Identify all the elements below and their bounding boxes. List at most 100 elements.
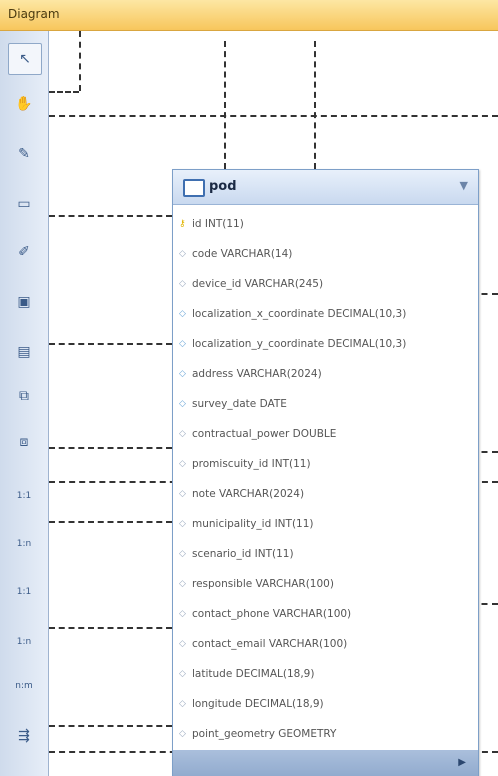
tool-palette: ↖ ✋ ✎ ▭ ✐ ▣ ▤ ⧉ ⧈ 1:1 1:n 1:1 1:n n:m ⇶ (0, 31, 49, 776)
column-row[interactable]: ◇ device_id VARCHAR(245) (173, 269, 478, 299)
pointer-icon-glyph: ↖ (19, 51, 31, 67)
column-row[interactable]: ◇ contractual_power DOUBLE (173, 419, 478, 449)
column-row[interactable]: ◇ scenario_id INT(11) (173, 539, 478, 569)
relation-existing-icon[interactable]: ⇶ (8, 721, 40, 751)
column-row[interactable]: ◇ latitude DECIMAL(18,9) (173, 659, 478, 689)
column-row[interactable]: ◇ survey_date DATE (173, 389, 478, 419)
connector-line (49, 627, 172, 629)
column-row[interactable]: ⚷ id INT(11) (173, 209, 478, 239)
pointer-icon[interactable]: ↖ (8, 43, 42, 75)
relation-n-m-icon-glyph: n:m (15, 681, 33, 691)
diagram-title: Diagram (8, 7, 60, 21)
hand-icon[interactable]: ✋ (8, 89, 40, 119)
column-label: device_id VARCHAR(245) (192, 278, 324, 290)
connector-line (224, 41, 226, 169)
column-row[interactable]: ◇ municipality_id INT(11) (173, 509, 478, 539)
column-diamond-icon: ◇ (179, 729, 186, 739)
column-list: ⚷ id INT(11) ◇ code VARCHAR(14) ◇ device_id V… (173, 205, 478, 749)
eraser-icon[interactable]: ✎ (8, 139, 40, 169)
column-row[interactable]: ◇ note VARCHAR(2024) (173, 479, 478, 509)
view-icon[interactable]: ⧉ (8, 381, 40, 411)
note-icon-glyph: ✐ (18, 244, 30, 260)
column-diamond-icon: ◇ (179, 639, 186, 649)
column-diamond-icon: ◇ (179, 399, 186, 409)
table-icon (183, 179, 205, 197)
expand-icon[interactable]: ▶ (458, 757, 466, 768)
hand-icon-glyph: ✋ (15, 96, 33, 112)
connector-line (49, 215, 172, 217)
layer-icon-glyph: ▭ (17, 196, 31, 212)
column-row[interactable]: ◇ contact_email VARCHAR(100) (173, 629, 478, 659)
connector-line (79, 31, 81, 91)
view-icon-glyph: ⧉ (19, 388, 29, 404)
note-icon[interactable]: ✐ (8, 237, 40, 267)
column-label: scenario_id INT(11) (192, 548, 294, 560)
table-icon[interactable]: ▤ (8, 337, 40, 367)
routine-icon[interactable]: ⧈ (8, 427, 40, 457)
column-label: responsible VARCHAR(100) (192, 578, 334, 590)
relation-1-1-icon-glyph: 1:1 (16, 491, 32, 501)
relation-n-m-icon[interactable]: n:m (8, 671, 40, 701)
connector-line (49, 115, 498, 117)
column-label: contractual_power DOUBLE (192, 428, 337, 440)
column-label: id INT(11) (192, 218, 244, 230)
relation-1-1-icon[interactable]: 1:1 (8, 481, 40, 511)
column-diamond-icon: ◇ (179, 609, 186, 619)
column-label: note VARCHAR(2024) (192, 488, 305, 500)
column-diamond-icon: ◇ (179, 339, 186, 349)
connector-line (49, 725, 172, 727)
column-row[interactable]: ◇ localization_y_coordinate DECIMAL(10,3) (173, 329, 478, 359)
column-diamond-icon: ◇ (179, 579, 186, 589)
entity-table-pod[interactable]: pod ▼ ⚷ id INT(11) ◇ code VARCHAR(14) ◇ devic… (172, 169, 479, 776)
column-row[interactable]: ◇ point_geometry GEOMETRY (173, 719, 478, 749)
relation-1-1-identifying-icon-glyph: 1:1 (16, 587, 32, 597)
entity-title: pod (209, 179, 237, 194)
relation-existing-icon-glyph: ⇶ (18, 728, 30, 744)
column-diamond-icon: ◇ (179, 549, 186, 559)
relation-1-1-identifying-icon[interactable]: 1:1 (8, 577, 40, 607)
indexes-section[interactable]: ▶ (173, 750, 478, 776)
column-diamond-icon: ◇ (179, 429, 186, 439)
column-label: contact_phone VARCHAR(100) (192, 608, 352, 620)
column-diamond-icon: ◇ (179, 459, 186, 469)
image-icon[interactable]: ▣ (8, 287, 40, 317)
relation-1-n-icon-glyph: 1:n (16, 539, 32, 549)
column-row[interactable]: ◇ localization_x_coordinate DECIMAL(10,3) (173, 299, 478, 329)
column-label: address VARCHAR(2024) (192, 368, 322, 380)
layer-icon[interactable]: ▭ (8, 189, 40, 219)
column-diamond-icon: ◇ (179, 519, 186, 529)
column-label: promiscuity_id INT(11) (192, 458, 311, 470)
image-icon-glyph: ▣ (17, 294, 31, 310)
relation-1-n-icon[interactable]: 1:n (8, 529, 40, 559)
eraser-icon-glyph: ✎ (18, 146, 30, 162)
column-diamond-icon: ◇ (179, 699, 186, 709)
column-diamond-icon: ◇ (179, 279, 186, 289)
column-label: localization_y_coordinate DECIMAL(10,3) (192, 338, 407, 350)
entity-header[interactable]: pod ▼ (173, 170, 478, 205)
column-label: point_geometry GEOMETRY (192, 728, 337, 740)
connector-line (49, 343, 172, 345)
primary-key-icon: ⚷ (179, 219, 186, 229)
column-row[interactable]: ◇ code VARCHAR(14) (173, 239, 478, 269)
connector-line (49, 91, 79, 93)
diagram-tab[interactable]: Diagram (0, 0, 498, 31)
column-diamond-icon: ◇ (179, 309, 186, 319)
diagram-canvas[interactable]: pod ▼ ⚷ id INT(11) ◇ code VARCHAR(14) ◇ devic… (49, 31, 498, 776)
column-diamond-icon: ◇ (179, 369, 186, 379)
relation-1-n-identifying-icon-glyph: 1:n (16, 637, 32, 647)
column-row[interactable]: ◇ longitude DECIMAL(18,9) (173, 689, 478, 719)
relation-1-n-identifying-icon[interactable]: 1:n (8, 627, 40, 657)
connector-line (49, 521, 172, 523)
column-diamond-icon: ◇ (179, 249, 186, 259)
column-row[interactable]: ◇ address VARCHAR(2024) (173, 359, 478, 389)
column-label: municipality_id INT(11) (192, 518, 314, 530)
connector-line (49, 447, 172, 449)
column-diamond-icon: ◇ (179, 489, 186, 499)
column-label: localization_x_coordinate DECIMAL(10,3) (192, 308, 407, 320)
column-row[interactable]: ◇ promiscuity_id INT(11) (173, 449, 478, 479)
column-row[interactable]: ◇ contact_phone VARCHAR(100) (173, 599, 478, 629)
column-label: longitude DECIMAL(18,9) (192, 698, 324, 710)
column-label: survey_date DATE (192, 398, 287, 410)
column-row[interactable]: ◇ responsible VARCHAR(100) (173, 569, 478, 599)
collapse-icon[interactable]: ▼ (460, 179, 468, 192)
